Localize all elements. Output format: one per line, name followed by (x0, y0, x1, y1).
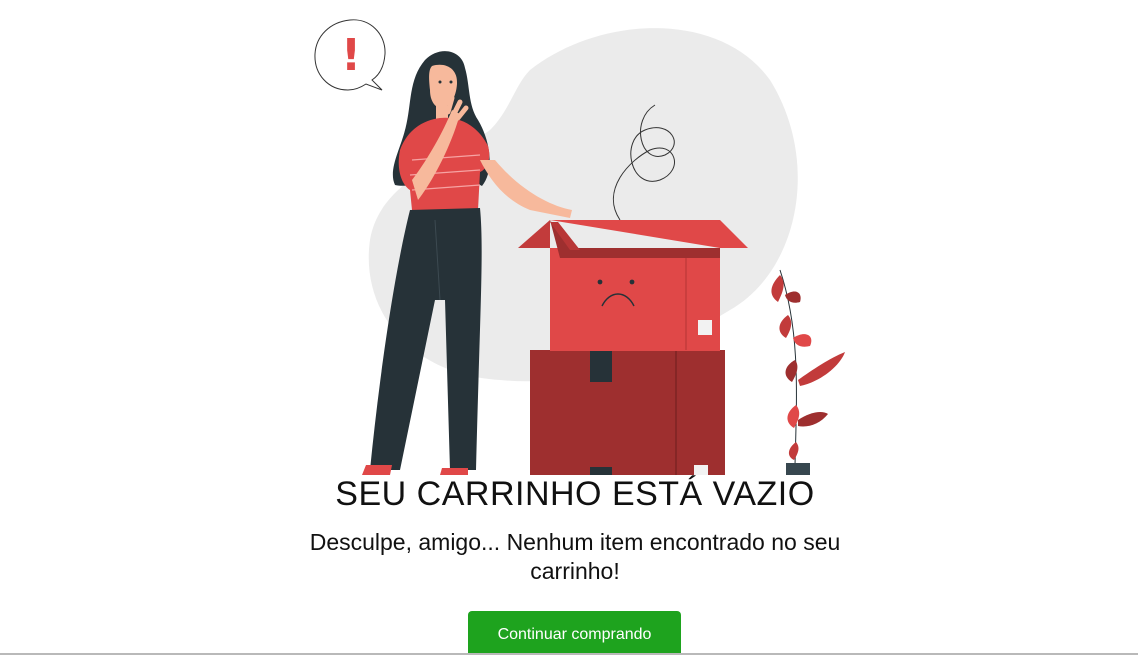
continue-shopping-button[interactable]: Continuar comprando (468, 611, 681, 655)
empty-cart-message: Desculpe, amigo... Nenhum item encontrad… (309, 529, 841, 584)
plant-icon (771, 269, 845, 475)
empty-cart-page: ! SEU CARRINHO ESTÁ VAZIO Desculpe, amig… (0, 0, 1138, 655)
alert-bubble-icon: ! (314, 19, 386, 91)
svg-text:!: ! (341, 30, 361, 81)
empty-cart-illustration: ! (314, 19, 845, 475)
bottom-box (530, 350, 725, 475)
page-title: SEU CARRINHO ESTÁ VAZIO (335, 475, 815, 513)
